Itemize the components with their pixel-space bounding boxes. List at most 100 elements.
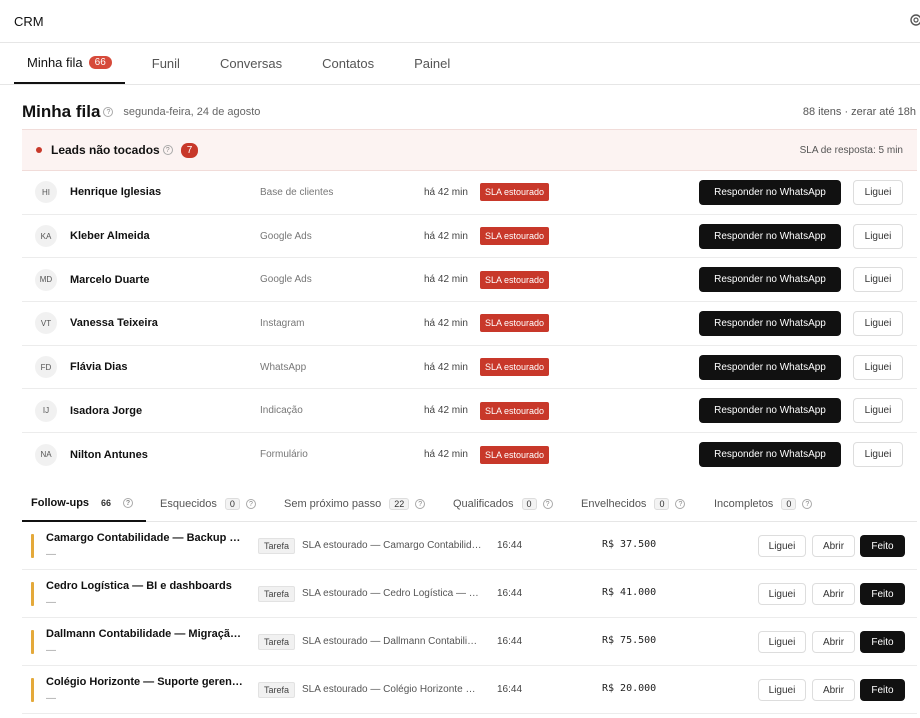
- lead-row: FD Flávia Dias WhatsApp há 42 min SLA es…: [22, 346, 917, 390]
- help-icon[interactable]: ?: [162, 145, 173, 155]
- lead-name[interactable]: Nilton Antunes: [70, 449, 148, 461]
- lead-source: Indicação: [260, 405, 303, 417]
- liguei-button[interactable]: Liguei: [853, 354, 903, 380]
- followup-description: SLA estourado — Camargo Contabilid…: [302, 540, 482, 551]
- avatar: KA: [35, 225, 57, 248]
- type-tag: Tarefa: [258, 538, 296, 554]
- tab-funil[interactable]: Funil: [139, 42, 193, 84]
- tab-painel[interactable]: Painel: [401, 42, 463, 84]
- lead-source: Google Ads: [260, 274, 312, 286]
- lead-name[interactable]: Flávia Dias: [70, 361, 127, 373]
- avatar: FD: [35, 356, 57, 379]
- reply-whatsapp-button[interactable]: Responder no WhatsApp: [699, 223, 841, 249]
- subtab-qualificados[interactable]: Qualificados 0 ?: [453, 486, 553, 522]
- followup-subtitle: —: [46, 597, 56, 608]
- liguei-button[interactable]: Liguei: [758, 631, 806, 653]
- subtab-incompletos[interactable]: Incompletos 0 ?: [714, 486, 813, 522]
- lead-name[interactable]: Henrique Iglesias: [70, 186, 161, 198]
- subtab-sem-proximo-passo[interactable]: Sem próximo passo 22 ?: [284, 486, 426, 522]
- feito-button[interactable]: Feito: [860, 631, 905, 653]
- subtab-count: 0: [224, 498, 240, 510]
- status-badge: SLA estourado: [480, 270, 550, 289]
- abrir-button[interactable]: Abrir: [812, 679, 855, 701]
- help-icon[interactable]: ?: [245, 499, 256, 509]
- liguei-button[interactable]: Liguei: [853, 398, 903, 424]
- reply-whatsapp-button[interactable]: Responder no WhatsApp: [699, 398, 841, 424]
- subtab-envelhecidos[interactable]: Envelhecidos 0 ?: [581, 486, 686, 522]
- subtab-follow-ups[interactable]: Follow-ups 66 ?: [22, 486, 146, 522]
- abrir-button[interactable]: Abrir: [812, 535, 855, 557]
- subtab-label: Envelhecidos: [581, 498, 647, 510]
- avatar: HI: [35, 181, 57, 204]
- help-icon[interactable]: ?: [675, 499, 686, 509]
- lead-row: IJ Isadora Jorge Indicação há 42 min SLA…: [22, 389, 917, 434]
- alert-dot-icon: [36, 147, 42, 153]
- subtab-count: 66: [101, 498, 112, 508]
- avatar: IJ: [35, 399, 57, 422]
- feito-button[interactable]: Feito: [860, 583, 905, 605]
- help-icon[interactable]: ?: [103, 107, 114, 117]
- followup-row: Dallmann Contabilidade — Migração … — Ta…: [22, 618, 917, 666]
- page-date: segunda-feira, 24 de agosto: [123, 106, 261, 118]
- liguei-button[interactable]: Liguei: [853, 179, 903, 205]
- lead-row: HI Henrique Iglesias Base de clientes há…: [22, 171, 917, 215]
- lead-name[interactable]: Kleber Almeida: [70, 230, 150, 242]
- priority-bar: [31, 534, 34, 558]
- reply-whatsapp-button[interactable]: Responder no WhatsApp: [699, 442, 841, 468]
- followup-title[interactable]: Dallmann Contabilidade — Migração …: [46, 628, 246, 640]
- lead-time: há 42 min: [424, 317, 468, 329]
- deal-value: R$ 75.500: [602, 635, 657, 646]
- subtab-label: Follow-ups: [31, 497, 90, 509]
- followup-title[interactable]: Colégio Horizonte — Suporte gerenci…: [46, 676, 246, 688]
- lead-name[interactable]: Isadora Jorge: [70, 405, 142, 417]
- abrir-button[interactable]: Abrir: [812, 631, 855, 653]
- help-icon[interactable]: ?: [542, 499, 553, 509]
- priority-bar: [31, 678, 34, 702]
- liguei-button[interactable]: Liguei: [853, 267, 903, 293]
- subtab-label: Sem próximo passo: [284, 498, 382, 510]
- lead-name[interactable]: Marcelo Duarte: [70, 274, 149, 286]
- reply-whatsapp-button[interactable]: Responder no WhatsApp: [699, 267, 841, 293]
- tab-contatos[interactable]: Contatos: [309, 42, 387, 84]
- liguei-button[interactable]: Liguei: [758, 679, 806, 701]
- liguei-button[interactable]: Liguei: [853, 442, 903, 468]
- gear-icon[interactable]: [908, 12, 920, 28]
- status-badge: SLA estourado: [480, 445, 550, 464]
- lead-name[interactable]: Vanessa Teixeira: [70, 317, 158, 329]
- liguei-button[interactable]: Liguei: [853, 223, 903, 249]
- abrir-button[interactable]: Abrir: [812, 583, 855, 605]
- liguei-button[interactable]: Liguei: [758, 535, 806, 557]
- subtab-count: 22: [389, 498, 410, 510]
- deal-value: R$ 20.000: [602, 683, 657, 694]
- top-bar: CRM: [0, 0, 920, 43]
- lead-source: Base de clientes: [260, 186, 334, 198]
- liguei-button[interactable]: Liguei: [853, 310, 903, 336]
- followup-row: Camargo Contabilidade — Backup e … — Tar…: [22, 522, 917, 570]
- help-icon[interactable]: ?: [802, 499, 813, 509]
- subtab-esquecidos[interactable]: Esquecidos 0 ?: [160, 486, 256, 522]
- status-badge: SLA estourado: [480, 183, 550, 202]
- help-icon[interactable]: ?: [415, 499, 426, 509]
- feito-button[interactable]: Feito: [860, 679, 905, 701]
- tab-conversas[interactable]: Conversas: [207, 42, 295, 84]
- reply-whatsapp-button[interactable]: Responder no WhatsApp: [699, 354, 841, 380]
- followup-title[interactable]: Cedro Logística — BI e dashboards: [46, 580, 246, 592]
- followup-subtabs: Follow-ups 66 ? Esquecidos 0 ? Sem próxi…: [22, 486, 917, 522]
- liguei-button[interactable]: Liguei: [758, 583, 806, 605]
- followup-title[interactable]: Camargo Contabilidade — Backup e …: [46, 532, 246, 544]
- deal-value: R$ 41.000: [602, 587, 657, 598]
- reply-whatsapp-button[interactable]: Responder no WhatsApp: [699, 310, 841, 336]
- lead-time: há 42 min: [424, 449, 468, 461]
- followup-time: 16:44: [497, 588, 523, 599]
- feito-button[interactable]: Feito: [860, 535, 905, 557]
- followup-time: 16:44: [497, 540, 523, 551]
- tab-minha-fila[interactable]: Minha fila 66: [14, 42, 125, 84]
- subtab-label: Qualificados: [453, 498, 514, 510]
- followup-row: Cedro Logística — BI e dashboards — Tare…: [22, 570, 917, 618]
- help-icon[interactable]: ?: [123, 498, 134, 508]
- followup-subtitle: —: [46, 693, 56, 704]
- lead-list: HI Henrique Iglesias Base de clientes há…: [22, 171, 917, 477]
- reply-whatsapp-button[interactable]: Responder no WhatsApp: [699, 179, 841, 205]
- lead-row: KA Kleber Almeida Google Ads há 42 min S…: [22, 215, 917, 259]
- lead-source: WhatsApp: [260, 361, 307, 373]
